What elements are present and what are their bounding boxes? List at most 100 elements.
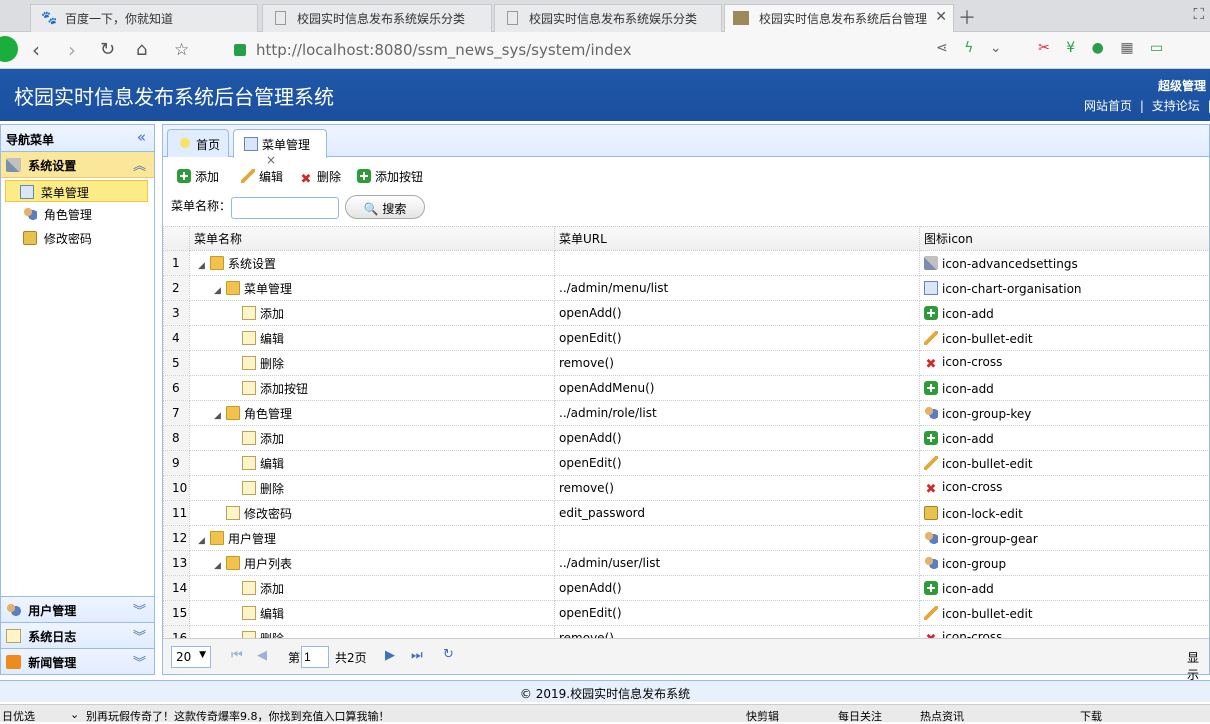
bookmark-star-icon[interactable]: ☆ xyxy=(174,39,189,61)
table-row[interactable]: 14 添加 openAdd() icon-add xyxy=(163,575,1209,601)
footer: © 2019.校园实时信息发布系统 xyxy=(0,680,1210,702)
accordion-system-settings[interactable]: 系统设置 ︽ xyxy=(1,152,154,178)
add-icon xyxy=(924,305,938,320)
menu-name-input[interactable] xyxy=(231,197,339,219)
page-size-value: 20 xyxy=(176,650,192,664)
restore-icon[interactable]: ⛶ xyxy=(1193,5,1204,23)
column-header-icon[interactable]: 图标icon xyxy=(919,226,1209,251)
expand-toggle-icon[interactable]: ◢ xyxy=(214,561,226,571)
menu-icon-cell: icon-add xyxy=(919,575,1209,601)
icon-name: icon-advancedsettings xyxy=(942,256,1078,271)
menu-url-cell: openEdit() xyxy=(554,325,920,351)
table-row[interactable]: 13 ◢ 用户列表 ../admin/user/list icon-group xyxy=(163,550,1209,576)
app-title: 校园实时信息发布系统后台管理系统 xyxy=(14,85,334,109)
back-icon[interactable]: ‹ xyxy=(32,39,40,61)
refresh-icon[interactable]: ↻ xyxy=(443,648,454,662)
chevron-down-icon[interactable]: ︾ xyxy=(133,626,146,645)
table-row[interactable]: 11 修改密码 edit_password icon-lock-edit xyxy=(163,500,1209,526)
share-icon[interactable]: ⋖ xyxy=(936,40,948,56)
browser-tab-news-2[interactable]: 校园实时信息发布系统娱乐分类 xyxy=(494,4,722,32)
paw-icon: 🐾 xyxy=(41,11,58,26)
table-row[interactable]: 1 ◢ 系统设置 icon-advancedsettings xyxy=(163,250,1209,276)
page-size-select[interactable]: 20 ▼ xyxy=(171,646,211,668)
lock-edit-icon xyxy=(924,505,938,520)
table-row[interactable]: 2 ◢ 菜单管理 ../admin/menu/list icon-chart-organ… xyxy=(163,275,1209,301)
accordion-news-management[interactable]: 新闻管理 ︾ xyxy=(1,648,154,674)
sidebar-item-role[interactable]: 角色管理 xyxy=(1,202,154,226)
first-page-icon[interactable]: ⏮ xyxy=(231,648,243,663)
org-chart-icon xyxy=(20,185,34,199)
table-row[interactable]: 7 ◢ 角色管理 ../admin/role/list icon-group-key xyxy=(163,400,1209,426)
browser-tab-baidu[interactable]: 🐾 百度一下，你就知道 xyxy=(30,4,258,32)
chevron-down-icon[interactable]: ︾ xyxy=(133,652,146,671)
bullet-edit-icon xyxy=(924,455,938,470)
address-bar[interactable]: http://localhost:8080/ssm_news_sys/syste… xyxy=(226,36,926,64)
icon-name: icon-cross xyxy=(942,629,1003,639)
next-page-icon[interactable]: ▶ xyxy=(385,648,395,663)
home-link[interactable]: 网站首页 xyxy=(1084,99,1132,113)
expand-toggle-icon[interactable]: ◢ xyxy=(198,536,210,546)
tab-menu-management[interactable]: 菜单管理 × xyxy=(233,129,327,167)
menu-name: 添加 xyxy=(260,431,285,446)
secure-icon xyxy=(234,44,246,56)
table-row[interactable]: 8 添加 openAdd() icon-add xyxy=(163,425,1209,451)
table-row[interactable]: 10 删除 remove() ✖ icon-cross xyxy=(163,475,1209,501)
add-button[interactable]: 添加 xyxy=(177,168,219,185)
close-icon[interactable]: ✕ xyxy=(935,9,947,25)
site-icon xyxy=(733,11,749,25)
column-header-name[interactable]: 菜单名称 xyxy=(189,226,555,251)
table-row[interactable]: 16删除remove()✖icon-cross xyxy=(163,625,1209,639)
last-page-icon[interactable]: ⏭ xyxy=(411,648,423,663)
table-row[interactable]: 12 ◢ 用户管理 icon-group-gear xyxy=(163,525,1209,551)
wechat-icon[interactable]: ● xyxy=(1092,40,1104,56)
lightning-icon[interactable]: ϟ xyxy=(964,40,973,56)
chevron-down-icon[interactable]: ︾ xyxy=(133,600,146,619)
home-icon[interactable]: ⌂ xyxy=(136,39,147,61)
delete-button[interactable]: ✖ 删除 xyxy=(299,168,341,187)
sidebar-item-password[interactable]: 修改密码 xyxy=(1,226,154,250)
forward-icon[interactable]: › xyxy=(68,39,76,61)
expand-toggle-icon[interactable]: ◢ xyxy=(214,286,226,296)
table-row[interactable]: 3 添加 openAdd() icon-add xyxy=(163,300,1209,326)
edit-button[interactable]: 编辑 xyxy=(241,168,283,185)
table-row[interactable]: 15 编辑 openEdit() icon-bullet-edit xyxy=(163,600,1209,626)
reload-icon[interactable]: ↻ xyxy=(100,39,115,61)
chevron-down-icon[interactable]: ⌄ xyxy=(990,40,1002,56)
expand-toggle-icon[interactable]: ◢ xyxy=(198,261,210,271)
accordion-system-log[interactable]: 系统日志 ︾ xyxy=(1,622,154,648)
table-row[interactable]: 9 编辑 openEdit() icon-bullet-edit xyxy=(163,450,1209,476)
accordion-user-management[interactable]: 用户管理 ︾ xyxy=(1,596,154,622)
chevron-up-icon[interactable]: ︽ xyxy=(133,155,146,174)
prev-page-icon[interactable]: ◀ xyxy=(257,648,267,663)
column-header-url[interactable]: 菜单URL xyxy=(554,226,920,251)
table-row[interactable]: 4 编辑 openEdit() icon-bullet-edit xyxy=(163,325,1209,351)
table-row[interactable]: 5 删除 remove() ✖ icon-cross xyxy=(163,350,1209,376)
bullet-edit-icon xyxy=(924,330,938,345)
tab-home[interactable]: 首页 xyxy=(167,129,229,157)
file-icon xyxy=(242,355,256,370)
collapse-left-icon[interactable]: « xyxy=(137,128,146,146)
menu-url-cell: remove() xyxy=(554,475,920,501)
menu-name: 添加 xyxy=(260,306,285,321)
content-tabs: 首页 菜单管理 × xyxy=(163,125,1209,167)
yen-icon[interactable]: ¥ xyxy=(1066,40,1075,56)
accordion-collapsed-groups: 用户管理 ︾ 系统日志 ︾ 新闻管理 ︾ xyxy=(1,596,154,674)
add-menu-label: 添加按钮 xyxy=(375,170,424,184)
menu-name: 编辑 xyxy=(260,606,285,621)
forum-link[interactable]: 支持论坛 xyxy=(1152,99,1200,113)
cross-icon: ✖ xyxy=(925,356,937,372)
new-tab-button[interactable]: ＋ xyxy=(958,4,976,30)
page-number-input[interactable] xyxy=(301,646,329,668)
menu-name: 删除 xyxy=(260,356,285,371)
expand-toggle-icon[interactable]: ◢ xyxy=(214,411,226,421)
menu-url-cell: ../admin/menu/list xyxy=(554,275,920,301)
browser-tab-news-1[interactable]: 校园实时信息发布系统娱乐分类 xyxy=(262,4,492,32)
sidebar-item-menu[interactable]: 菜单管理 xyxy=(5,180,148,202)
add-menu-button[interactable]: 添加按钮 xyxy=(357,168,423,185)
grid-header-row: 菜单名称 菜单URL 图标icon xyxy=(163,226,1209,251)
table-row[interactable]: 6 添加按钮 openAddMenu() icon-add xyxy=(163,375,1209,401)
apps-grid-icon[interactable]: ▦ xyxy=(1120,40,1133,56)
search-button[interactable]: 🔍 搜索 xyxy=(345,195,425,219)
scissors-icon[interactable]: ✂ xyxy=(1038,40,1050,56)
browser-tab-admin[interactable]: 校园实时信息发布系统后台管理 ✕ xyxy=(724,4,954,33)
